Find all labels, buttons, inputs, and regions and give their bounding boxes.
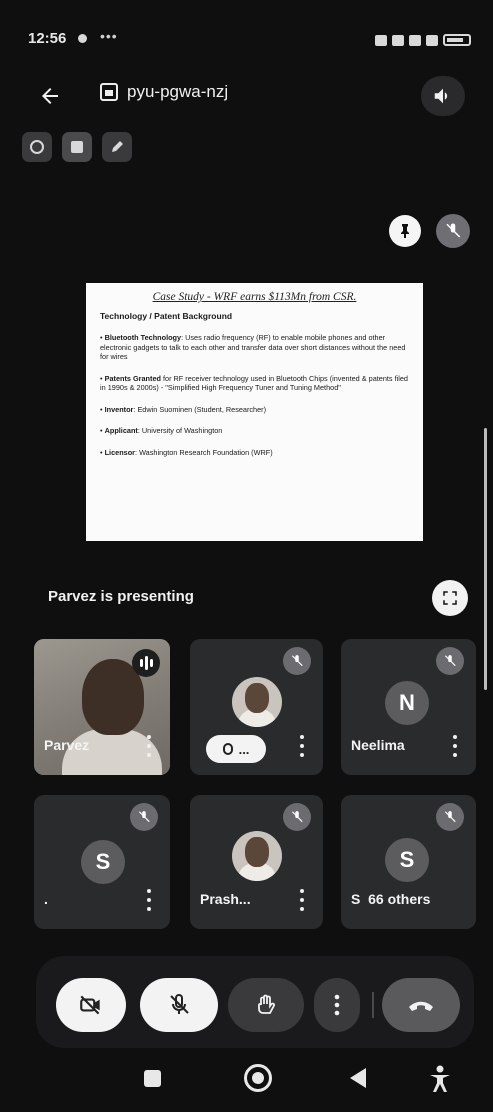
participant-tile-prash[interactable]: Prash... [190, 795, 323, 929]
call-controls [36, 956, 474, 1048]
divider [372, 992, 374, 1018]
presentation-toolbar [22, 132, 132, 162]
participant-tile-2[interactable]: ... [190, 639, 323, 775]
hand-icon [258, 994, 275, 1014]
shared-screen: Case Study - WRF earns $113Mn from CSR. … [86, 283, 423, 541]
accessibility-icon [430, 1065, 450, 1092]
mic-off-icon [446, 223, 461, 238]
more-options-button[interactable] [314, 978, 360, 1032]
audio-output-button[interactable] [421, 76, 465, 116]
calendar-icon [100, 83, 118, 101]
participant-name: Parvez [44, 737, 90, 753]
toolbar-button-2[interactable] [62, 132, 92, 162]
bullet-text: : University of Washington [137, 426, 223, 435]
slide-bullet: • Applicant: University of Washington [100, 426, 223, 435]
avatar [232, 677, 282, 727]
slide-bullet: • Licensor: Washington Research Foundati… [100, 447, 273, 457]
notification-icon [78, 34, 87, 43]
toolbar-button-3[interactable] [102, 132, 132, 162]
participant-name: Neelima [351, 737, 405, 753]
signal-icon [426, 34, 438, 46]
pin-button[interactable] [389, 215, 421, 247]
fullscreen-icon [443, 591, 457, 605]
avatar: S [81, 840, 125, 884]
avatar [232, 831, 282, 881]
presenter-mute-indicator [436, 214, 470, 248]
bullet-label: Inventor [104, 404, 134, 414]
participant-name: S 66 others [351, 891, 430, 907]
status-bar: 12:56 ••• [0, 0, 493, 60]
pen-icon [112, 141, 123, 152]
back-arrow-icon [42, 88, 58, 104]
pin-icon [401, 224, 409, 238]
participant-name: . [44, 891, 48, 907]
participant-tile-others[interactable]: S S 66 others [341, 795, 476, 929]
camera-toggle-button[interactable] [56, 978, 126, 1032]
mic-toggle-button[interactable] [140, 978, 218, 1032]
bullet-label: Patents Granted [104, 373, 161, 383]
avatar: S [385, 838, 429, 882]
bullet-text: : Washington Research Foundation (WRF) [135, 447, 273, 457]
mic-off-icon [436, 647, 464, 675]
circle-icon [30, 140, 44, 154]
speaking-indicator-icon [132, 649, 160, 677]
assistant-button[interactable] [426, 1064, 454, 1094]
meeting-code: pyu-pgwa-nzj [127, 82, 229, 101]
status-more-indicator: ••• [100, 28, 118, 44]
toolbar-button-1[interactable] [22, 132, 52, 162]
bullet-label: Bluetooth Technology [104, 333, 182, 342]
scrollbar[interactable] [484, 428, 487, 690]
mic-off-icon [436, 803, 464, 831]
mic-off-icon [130, 803, 158, 831]
raise-hand-button[interactable] [228, 978, 304, 1032]
back-nav-button[interactable] [350, 1068, 366, 1088]
mic-off-icon [283, 647, 311, 675]
meeting-info[interactable]: pyu-pgwa-nzj [100, 82, 228, 102]
camera-off-icon [80, 995, 100, 1015]
system-nav-bar [0, 1050, 493, 1112]
volte-icon [409, 34, 421, 46]
meeting-top-bar: pyu-pgwa-nzj [0, 70, 493, 120]
participant-more-button[interactable] [146, 735, 152, 757]
home-button[interactable] [244, 1064, 272, 1092]
recents-button[interactable] [144, 1070, 161, 1087]
participant-first-name: S [351, 891, 361, 907]
participant-name: Prash... [200, 891, 251, 907]
chip-text: ... [238, 741, 250, 757]
others-count: 66 others [368, 891, 431, 907]
fullscreen-button[interactable] [432, 580, 468, 616]
slide-title: Case Study - WRF earns $113Mn from CSR. [152, 291, 357, 303]
participant-tile-neelima[interactable]: N Neelima [341, 639, 476, 775]
mic-off-icon [170, 994, 189, 1014]
participant-chip[interactable]: ... [206, 735, 266, 763]
location-icon [392, 34, 404, 46]
slide-bullet: • Bluetooth Technology: Uses radio frequ… [100, 333, 406, 361]
avatar: N [385, 681, 429, 725]
bullet-label: Applicant [104, 426, 138, 435]
presenting-label: Parvez is presenting [48, 588, 194, 605]
bullet-text: : Edwin Suominen (Student, Researcher) [133, 404, 267, 414]
slide-heading: Technology / Patent Background [100, 310, 233, 321]
participant-tile-parvez[interactable]: Parvez [34, 639, 170, 775]
mic-icon [222, 743, 233, 755]
participant-more-button[interactable] [146, 889, 152, 911]
vibrate-icon [375, 34, 387, 46]
slide-bullet: • Inventor: Edwin Suominen (Student, Res… [100, 404, 267, 414]
more-vert-icon [334, 994, 340, 1016]
mic-off-icon [283, 803, 311, 831]
participant-more-button[interactable] [452, 735, 458, 757]
battery-icon [443, 34, 471, 46]
hang-up-icon [409, 1001, 433, 1011]
square-icon [71, 141, 83, 153]
speaker-icon [434, 88, 448, 104]
leave-call-button[interactable] [382, 978, 460, 1032]
bullet-label: Licensor [104, 447, 136, 457]
back-button[interactable] [32, 78, 68, 114]
participant-tile-4[interactable]: S . [34, 795, 170, 929]
participant-more-button[interactable] [299, 735, 305, 757]
participant-more-button[interactable] [299, 889, 305, 911]
slide-bullet: • Patents Granted for RF receiver techno… [100, 373, 408, 393]
status-icons [375, 34, 471, 46]
status-time: 12:56 [28, 30, 67, 47]
